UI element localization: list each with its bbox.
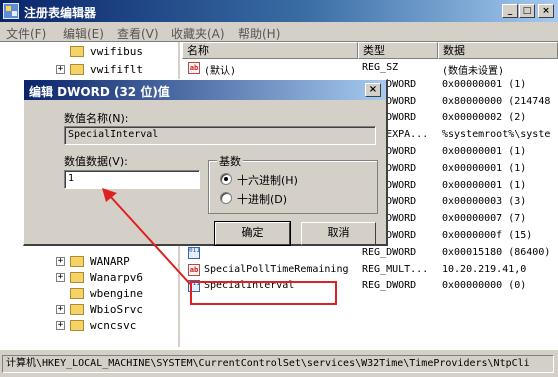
tree-item[interactable]: + WANARP	[0, 254, 180, 270]
registry-editor-icon	[3, 3, 19, 19]
close-button[interactable]: ×	[538, 4, 554, 18]
radio-decimal-indicator[interactable]	[220, 192, 232, 204]
maximize-button[interactable]: □	[519, 4, 535, 18]
status-bar: 计算机\HKEY_LOCAL_MACHINE\SYSTEM\CurrentCon…	[0, 349, 558, 377]
radio-decimal[interactable]: 十进制(D)	[220, 191, 370, 207]
folder-icon	[70, 256, 84, 267]
folder-icon	[70, 46, 84, 57]
window-title: 注册表编辑器	[24, 6, 97, 20]
menu-edit[interactable]: 编辑(E)	[63, 25, 104, 42]
value-data: 0x00000001 (1)	[442, 162, 527, 174]
value-name: SpecialPollTimeRemaining	[204, 263, 349, 275]
expand-icon[interactable]: +	[56, 273, 65, 282]
value-name-field: SpecialInterval	[64, 126, 376, 145]
tree-item[interactable]: + Wanarpv6	[0, 270, 180, 286]
radio-hex[interactable]: 十六进制(H)	[220, 172, 370, 188]
folder-icon	[70, 64, 84, 75]
value-type: REG_DWORD	[362, 280, 417, 292]
tree-item[interactable]: + WbioSrvc	[0, 302, 180, 318]
menu-view[interactable]: 查看(V)	[117, 25, 159, 42]
value-row[interactable]: ab SpecialPollTimeRemaining REG_MULT... 10.…	[182, 262, 558, 279]
value-data: 0x00000001 (1)	[442, 78, 527, 90]
column-header-type[interactable]: 类型	[358, 42, 438, 59]
value-data: 0x00000001 (1)	[442, 146, 527, 157]
string-value-icon: ab	[188, 62, 200, 74]
value-data: 0x80000000 (214748	[442, 95, 551, 107]
base-group-title: 基数	[217, 153, 243, 169]
registry-path: 计算机\HKEY_LOCAL_MACHINE\SYSTEM\CurrentCon…	[2, 355, 554, 373]
string-value-icon: ab	[188, 263, 200, 276]
value-type: REG_DWORD	[362, 246, 417, 258]
folder-icon	[70, 304, 84, 315]
value-data: 0x0000000f (15)	[442, 230, 533, 241]
window-title-bar: 注册表编辑器 _ □ ×	[0, 0, 558, 22]
menu-bar: 文件(F) 编辑(E) 查看(V) 收藏夹(A) 帮助(H)	[0, 22, 558, 42]
value-name: (默认)	[204, 66, 237, 77]
expand-icon[interactable]: +	[56, 321, 65, 330]
annotation-highlight-box	[190, 281, 337, 305]
expand-icon[interactable]: +	[56, 305, 65, 314]
value-data: (数值未设置)	[442, 66, 505, 77]
folder-icon	[70, 288, 84, 299]
value-data: 0x00000007 (7)	[442, 213, 527, 225]
radio-decimal-label: 十进制(D)	[237, 193, 288, 206]
value-name-label: 数值名称(N):	[64, 112, 129, 125]
value-data: 0x00000003 (3)	[442, 196, 527, 208]
folder-icon	[70, 320, 84, 331]
tree-item[interactable]: vwifibus	[0, 44, 180, 60]
value-data: 0x00000001 (1)	[442, 179, 527, 191]
value-type: REG_MULT...	[362, 263, 429, 275]
radio-selected-dot	[224, 177, 228, 181]
expand-icon[interactable]: +	[56, 257, 65, 266]
dialog-title-bar: 编辑 DWORD (32 位)值 ×	[24, 80, 386, 100]
menu-file[interactable]: 文件(F)	[6, 25, 46, 42]
cancel-button[interactable]: 取消	[301, 222, 376, 245]
dialog-title: 编辑 DWORD (32 位)值	[29, 85, 170, 99]
edit-dword-dialog: 编辑 DWORD (32 位)值 × 数值名称(N): SpecialInter…	[23, 79, 388, 246]
tree-item[interactable]: + wcncsvc	[0, 318, 180, 334]
dialog-close-button[interactable]: ×	[365, 83, 381, 97]
value-row[interactable]: 011 REG_DWORD 0x00015180 (86400)	[182, 245, 558, 262]
radio-hex-label: 十六进制(H)	[237, 174, 298, 187]
binary-value-icon: 011	[188, 246, 200, 259]
value-data-field[interactable]: 1	[64, 170, 200, 189]
tree-item[interactable]: + vwififlt	[0, 62, 180, 78]
value-data: 10.20.219.41,0	[442, 263, 527, 275]
column-header-data[interactable]: 数据	[438, 42, 558, 59]
folder-icon	[70, 272, 84, 283]
value-data-label: 数值数据(V):	[64, 155, 128, 168]
value-data: %systemroot%\syste	[442, 129, 551, 141]
ok-button[interactable]: 确定	[214, 221, 291, 246]
expand-icon[interactable]: +	[56, 65, 65, 74]
menu-favorites[interactable]: 收藏夹(A)	[171, 25, 225, 42]
menu-help[interactable]: 帮助(H)	[238, 25, 280, 42]
column-header-name[interactable]: 名称	[182, 42, 358, 59]
tree-item[interactable]: wbengine	[0, 286, 180, 302]
value-data: 0x00000000 (0)	[442, 280, 527, 292]
value-row[interactable]: ab (默认) REG_SZ (数值未设置)	[182, 60, 558, 77]
value-data: 0x00000002 (2)	[442, 112, 527, 124]
value-data: 0x00015180 (86400)	[442, 246, 551, 258]
radio-hex-indicator[interactable]	[220, 173, 232, 185]
value-type: REG_SZ	[362, 62, 399, 73]
minimize-button[interactable]: _	[502, 4, 518, 18]
